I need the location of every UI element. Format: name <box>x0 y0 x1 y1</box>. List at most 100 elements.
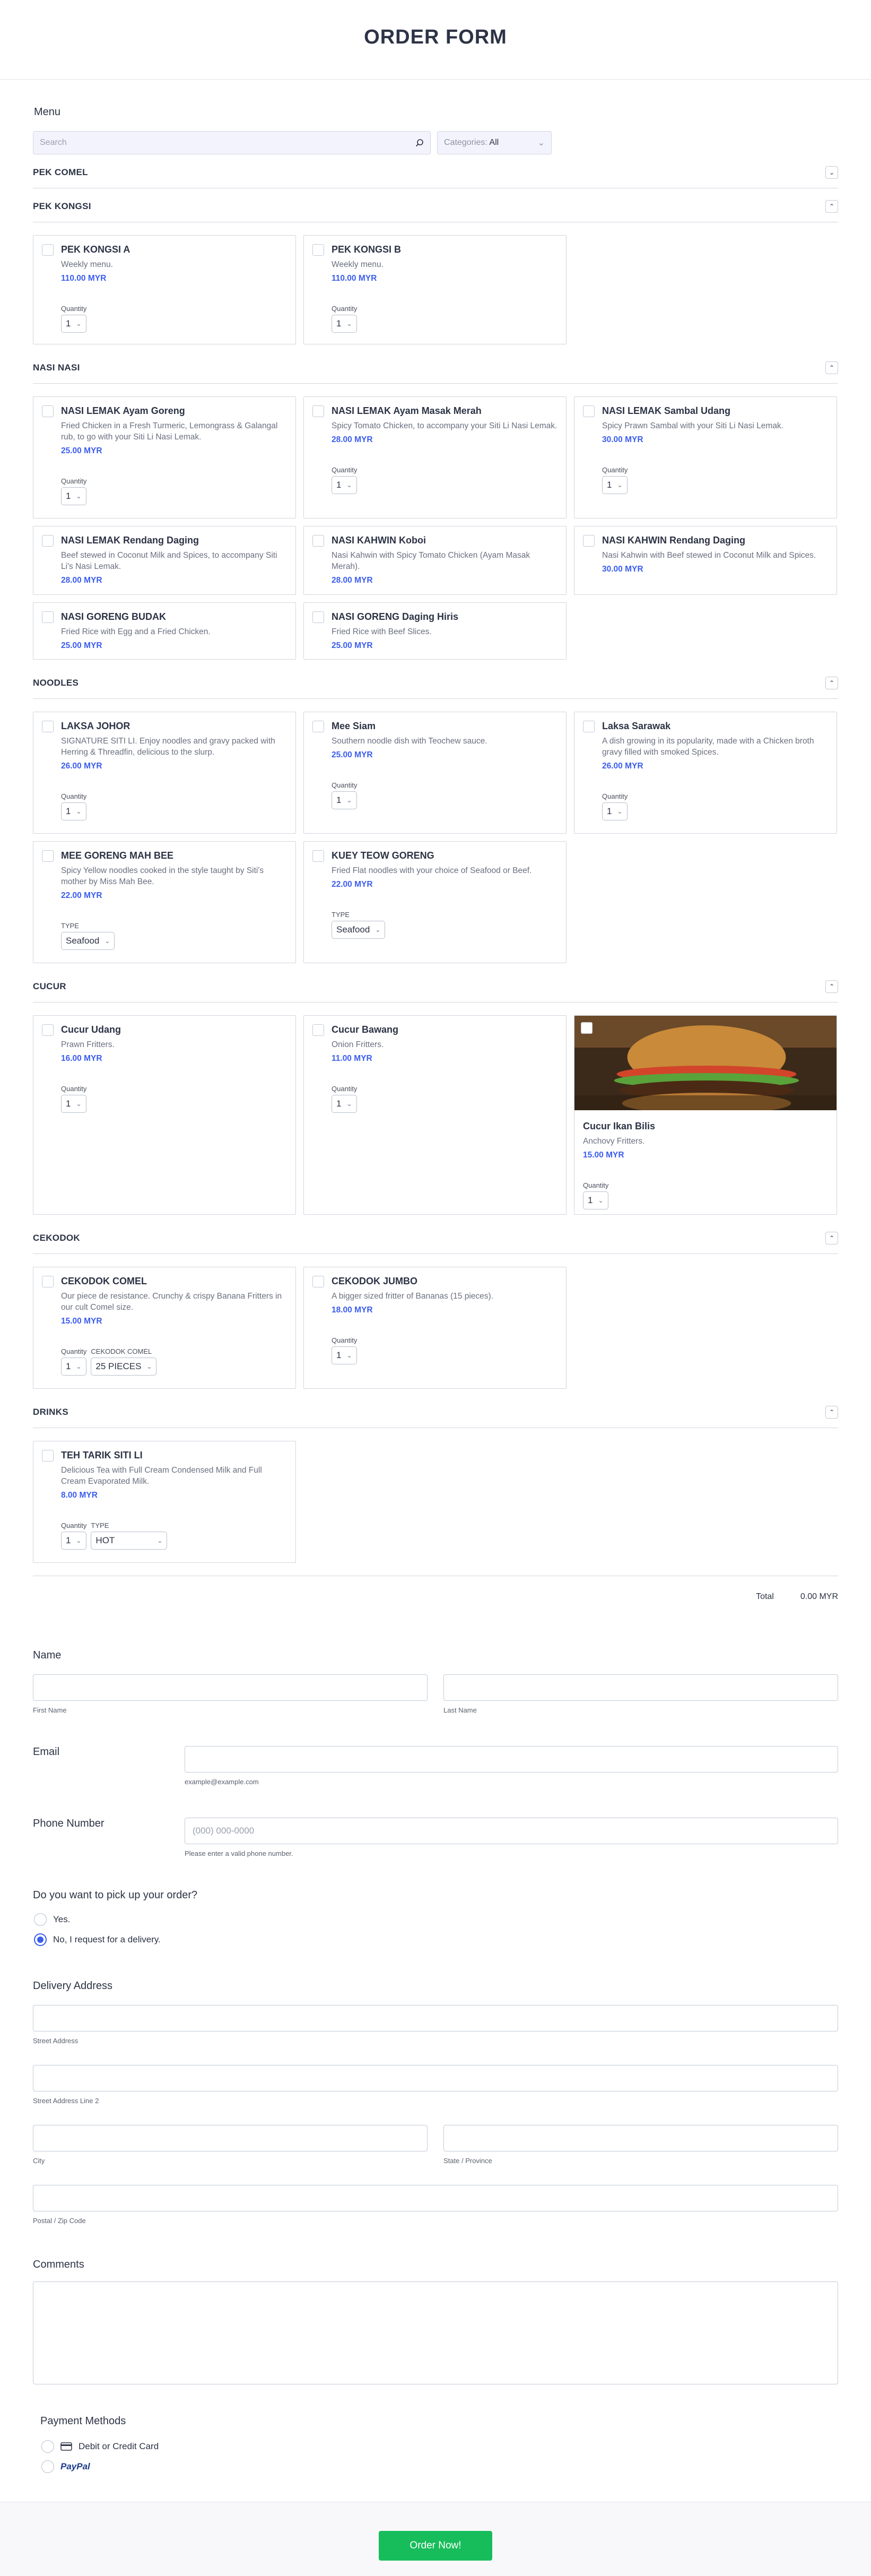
product-checkbox[interactable] <box>583 721 595 732</box>
product-checkbox[interactable] <box>42 850 54 862</box>
quantity-select[interactable]: 1 ⌄ <box>602 802 628 820</box>
product-description: Beef stewed in Coconut Milk and Spices, … <box>61 551 277 571</box>
product-grid: TEH TARIK SITI LI Delicious Tea with Ful… <box>33 1441 838 1576</box>
search-icon[interactable] <box>415 139 424 147</box>
quantity-select[interactable]: 1 ⌄ <box>332 791 358 809</box>
product-checkbox[interactable] <box>312 850 324 862</box>
type-select[interactable]: Seafood ⌄ <box>61 931 115 950</box>
product-card: NASI GORENG Daging Hiris Fried Rice with… <box>303 602 567 660</box>
quantity-select[interactable]: 1 ⌄ <box>61 314 87 333</box>
quantity-select[interactable]: 1 ⌄ <box>61 1357 87 1376</box>
phone-input[interactable]: (000) 000-0000 <box>185 1818 838 1844</box>
chevron-up-icon[interactable]: ⌃ <box>825 200 838 213</box>
product-name: Mee Siam <box>332 721 376 731</box>
menu-label: Menu <box>34 106 61 118</box>
chevron-down-icon[interactable]: ⌄ <box>825 166 838 179</box>
product-checkbox[interactable] <box>312 535 324 547</box>
section-header-noodles[interactable]: NOODLES ⌃ <box>33 667 838 699</box>
product-checkbox[interactable] <box>312 1276 324 1287</box>
quantity-select[interactable]: 1 ⌄ <box>332 1094 358 1113</box>
quantity-value: 1 <box>336 1098 342 1109</box>
pickup-no-option[interactable]: No, I request for a delivery. <box>34 1933 838 1946</box>
section-header-pek-kongsi[interactable]: PEK KONGSI ⌃ <box>33 191 838 222</box>
radio-button[interactable] <box>41 2440 54 2453</box>
quantity-select[interactable]: 1 ⌄ <box>61 802 87 820</box>
last-name-input[interactable] <box>443 1674 838 1701</box>
chevron-down-icon: ⌄ <box>346 1100 352 1108</box>
chevron-down-icon: ⌄ <box>617 481 623 489</box>
quantity-select[interactable]: 1 ⌄ <box>61 1094 87 1113</box>
product-checkbox[interactable] <box>42 1276 54 1287</box>
payment-card-option[interactable]: Debit or Credit Card <box>41 2440 838 2453</box>
radio-button-selected[interactable] <box>34 1933 47 1946</box>
radio-button[interactable] <box>34 1913 47 1926</box>
product-description: A dish growing in its popularity, made w… <box>602 737 814 757</box>
product-checkbox[interactable] <box>312 611 324 623</box>
pieces-select[interactable]: 25 PIECES ⌄ <box>91 1357 157 1376</box>
quantity-select[interactable]: 1 ⌄ <box>583 1191 609 1209</box>
quantity-label: Quantity <box>61 1347 87 1355</box>
type-select[interactable]: HOT ⌄ <box>91 1531 168 1550</box>
product-checkbox[interactable] <box>42 244 54 256</box>
chevron-up-icon[interactable]: ⌃ <box>825 361 838 374</box>
state-input[interactable] <box>443 2125 838 2151</box>
street-address-input[interactable] <box>33 2005 838 2032</box>
email-field[interactable] <box>185 1746 838 1773</box>
product-checkbox[interactable] <box>42 405 54 417</box>
radio-button[interactable] <box>41 2460 54 2473</box>
product-checkbox[interactable] <box>42 1450 54 1462</box>
product-checkbox[interactable] <box>42 611 54 623</box>
product-card: Cucur Udang Prawn Fritters. 16.00 MYR Qu… <box>33 1015 296 1215</box>
section-header-drinks[interactable]: DRINKS ⌃ <box>33 1396 838 1428</box>
order-now-button[interactable]: Order Now! <box>379 2531 492 2561</box>
product-card: NASI KAHWIN Koboi Nasi Kahwin with Spicy… <box>303 526 567 595</box>
product-checkbox[interactable] <box>312 244 324 256</box>
product-checkbox[interactable] <box>42 535 54 547</box>
product-card: Laksa Sarawak A dish growing in its popu… <box>574 712 837 834</box>
comments-textarea[interactable] <box>33 2281 838 2384</box>
chevron-up-icon[interactable]: ⌃ <box>825 676 838 689</box>
quantity-value: 1 <box>336 794 342 805</box>
categories-select[interactable]: Categories: All ⌄ <box>437 131 552 154</box>
search-input[interactable]: Search <box>33 131 431 154</box>
quantity-value: 1 <box>66 1535 71 1545</box>
product-checkbox[interactable] <box>312 721 324 732</box>
product-checkbox[interactable] <box>42 721 54 732</box>
product-checkbox[interactable] <box>42 1024 54 1036</box>
product-checkbox[interactable] <box>583 535 595 547</box>
quantity-select[interactable]: 1 ⌄ <box>332 476 358 494</box>
city-input[interactable] <box>33 2125 428 2151</box>
pickup-yes-option[interactable]: Yes. <box>34 1913 838 1926</box>
quantity-select[interactable]: 1 ⌄ <box>61 487 87 505</box>
product-card: PEK KONGSI A Weekly menu. 110.00 MYR Qua… <box>33 235 296 344</box>
first-name-input[interactable] <box>33 1674 428 1701</box>
product-description: Delicious Tea with Full Cream Condensed … <box>61 1466 262 1486</box>
name-label: Name <box>33 1649 62 1661</box>
section-header-pek-comel[interactable]: PEK COMEL ⌄ <box>33 157 838 188</box>
product-description: Weekly menu. <box>61 260 113 269</box>
street-address-2-input[interactable] <box>33 2065 838 2091</box>
product-checkbox[interactable] <box>312 405 324 417</box>
chevron-down-icon: ⌄ <box>346 1351 352 1359</box>
city-sublabel: City <box>33 2157 45 2165</box>
product-checkbox[interactable] <box>312 1024 324 1036</box>
product-name: NASI LEMAK Ayam Goreng <box>61 405 185 416</box>
payment-paypal-option[interactable]: PayPal <box>41 2460 838 2473</box>
quantity-select[interactable]: 1 ⌄ <box>602 476 628 494</box>
chevron-down-icon: ⌄ <box>346 319 352 327</box>
product-card: NASI LEMAK Ayam Goreng Fried Chicken in … <box>33 396 296 518</box>
product-description: Spicy Tomato Chicken, to accompany your … <box>332 421 558 430</box>
product-checkbox[interactable] <box>581 1022 593 1034</box>
quantity-select[interactable]: 1 ⌄ <box>332 314 358 333</box>
chevron-up-icon[interactable]: ⌃ <box>825 1231 838 1244</box>
postal-code-input[interactable] <box>33 2185 838 2211</box>
chevron-up-icon[interactable]: ⌃ <box>825 1405 838 1419</box>
section-header-cucur[interactable]: CUCUR ⌃ <box>33 971 838 1002</box>
section-header-nasi-nasi[interactable]: NASI NASI ⌃ <box>33 352 838 384</box>
chevron-up-icon[interactable]: ⌃ <box>825 980 838 993</box>
product-checkbox[interactable] <box>583 405 595 417</box>
section-header-cekodok[interactable]: CEKODOK ⌃ <box>33 1222 838 1254</box>
quantity-select[interactable]: 1 ⌄ <box>332 1346 358 1364</box>
quantity-select[interactable]: 1 ⌄ <box>61 1531 87 1550</box>
type-select[interactable]: Seafood ⌄ <box>332 920 386 939</box>
